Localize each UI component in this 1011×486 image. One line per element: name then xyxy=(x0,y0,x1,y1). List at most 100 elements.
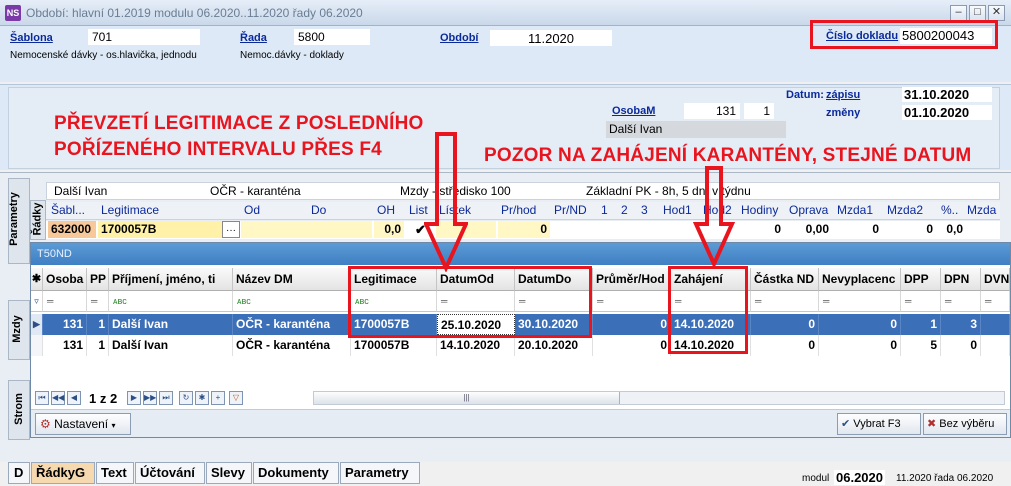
refresh-icon[interactable]: ↻ xyxy=(179,391,193,405)
add-icon[interactable]: + xyxy=(211,391,225,405)
horizontal-scrollbar[interactable]: ||| xyxy=(313,391,1005,405)
star-icon[interactable]: ✱ xyxy=(195,391,209,405)
r2-datumod[interactable]: 14.10.2020 xyxy=(437,335,515,356)
osoba-number[interactable]: 131 xyxy=(684,103,740,119)
vtab-radky[interactable]: Řádky xyxy=(30,200,46,240)
col-pp[interactable]: PP xyxy=(87,268,109,291)
col-castka[interactable]: Částka ND xyxy=(751,268,819,291)
filter-nazev-dm[interactable]: ᴀʙᴄ xyxy=(233,291,351,312)
col-osoba[interactable]: Osoba xyxy=(43,268,87,291)
tab-parametry[interactable]: Parametry xyxy=(340,462,420,484)
r1-osoba[interactable]: 131 xyxy=(43,314,87,335)
bg-col-3[interactable]: 3 xyxy=(638,202,658,219)
bg-col-mzda2[interactable]: Mzda2 xyxy=(884,202,936,219)
col-jmeno[interactable]: Příjmení, jméno, ti xyxy=(109,268,233,291)
bg-row-oprava[interactable]: 0,00 xyxy=(786,221,832,238)
bg-col-pct[interactable]: %.. xyxy=(938,202,964,219)
bg-col-sabl[interactable]: Šabl... xyxy=(48,202,96,219)
r1-nevyplaceno[interactable]: 0 xyxy=(819,314,901,335)
vtab-parametry[interactable]: Parametry xyxy=(8,178,30,264)
bg-col-od[interactable]: Od xyxy=(241,202,305,219)
filter-dpn[interactable]: ═ xyxy=(941,291,981,312)
bg-col-1[interactable]: 1 xyxy=(598,202,618,219)
close-button[interactable]: ✕ xyxy=(988,5,1005,21)
bg-row-pct[interactable]: 0,0 xyxy=(938,221,966,238)
last-page-icon[interactable]: ⏭ xyxy=(159,391,173,405)
filter-osoba[interactable]: ═ xyxy=(43,291,87,312)
r1-dm[interactable]: OČR - karanténa xyxy=(233,314,351,335)
col-dvn[interactable]: DVN xyxy=(981,268,1010,291)
bg-col-prnd[interactable]: Pr/ND xyxy=(551,202,597,219)
tab-dokumenty[interactable]: Dokumenty xyxy=(253,462,339,484)
tab-uctovani[interactable]: Účtování xyxy=(135,462,205,484)
filter-icon[interactable]: ▿ xyxy=(31,291,43,312)
funnel-icon[interactable]: ▽ xyxy=(229,391,243,405)
tab-d[interactable]: D xyxy=(8,462,30,484)
filter-jmeno[interactable]: ᴀʙᴄ xyxy=(109,291,233,312)
r2-castka[interactable]: 0 xyxy=(751,335,819,356)
minimize-button[interactable]: – xyxy=(950,5,967,21)
r2-osoba[interactable]: 131 xyxy=(43,335,87,356)
rada-field[interactable]: 5800 xyxy=(294,29,370,45)
filter-pp[interactable]: ═ xyxy=(87,291,109,312)
scrollbar-thumb[interactable]: ||| xyxy=(314,392,620,404)
r1-dpp[interactable]: 1 xyxy=(901,314,941,335)
bez-vyberu-button[interactable]: ✖ Bez výběru xyxy=(923,413,1007,435)
r2-nevyplaceno[interactable]: 0 xyxy=(819,335,901,356)
bg-row-oh[interactable]: 0,0 xyxy=(374,221,404,238)
prev-page-fast-icon[interactable]: ◀◀ xyxy=(51,391,65,405)
nastaveni-button[interactable]: ⚙ Nastavení ▾ xyxy=(35,413,131,435)
col-nazev-dm[interactable]: Název DM xyxy=(233,268,351,291)
filter-nevyplaceno[interactable]: ═ xyxy=(819,291,901,312)
vybrat-button[interactable]: ✔ Vybrat F3 xyxy=(837,413,921,435)
prev-page-icon[interactable]: ◀ xyxy=(67,391,81,405)
bg-col-mzda1[interactable]: Mzda1 xyxy=(834,202,882,219)
r1-castka[interactable]: 0 xyxy=(751,314,819,335)
bg-col-do[interactable]: Do xyxy=(308,202,372,219)
col-nevyplaceno[interactable]: Nevyplacenc xyxy=(819,268,901,291)
r1-pp[interactable]: 1 xyxy=(87,314,109,335)
bg-row-hodiny[interactable]: 0 xyxy=(738,221,784,238)
bg-col-prhod[interactable]: Pr/hod xyxy=(498,202,550,219)
filter-dpp[interactable]: ═ xyxy=(901,291,941,312)
bg-row-sabl[interactable]: 632000 xyxy=(48,221,96,238)
tab-radkyg[interactable]: ŘádkyG xyxy=(31,462,95,484)
r1-prumer[interactable]: 0 xyxy=(593,314,671,335)
vtab-mzdy[interactable]: Mzdy xyxy=(8,300,30,360)
r2-dpp[interactable]: 5 xyxy=(901,335,941,356)
bg-row-dates[interactable] xyxy=(241,221,372,238)
bg-col-hodiny[interactable]: Hodiny xyxy=(738,202,784,219)
r2-dpn[interactable]: 0 xyxy=(941,335,981,356)
cislo-dokladu-field[interactable]: 5800200043 xyxy=(900,28,992,44)
bg-col-legitimace[interactable]: Legitimace xyxy=(98,202,238,219)
bg-row-legit[interactable]: 1700057B xyxy=(98,221,222,238)
filter-prumer[interactable]: ═ xyxy=(593,291,671,312)
bg-col-oprava[interactable]: Oprava xyxy=(786,202,832,219)
bg-row-mzda2[interactable]: 0 xyxy=(884,221,936,238)
r2-legit[interactable]: 1700057B xyxy=(351,335,437,356)
next-page-icon[interactable]: ▶ xyxy=(127,391,141,405)
bg-row-lookup-button[interactable]: ··· xyxy=(222,221,240,238)
obdobi-field[interactable]: 11.2020 xyxy=(490,30,612,46)
r1-dvn[interactable] xyxy=(981,314,1010,335)
tab-text[interactable]: Text xyxy=(96,462,134,484)
tab-slevy[interactable]: Slevy xyxy=(206,462,252,484)
filter-dvn[interactable]: ═ xyxy=(981,291,1010,312)
r2-prumer[interactable]: 0 xyxy=(593,335,671,356)
grid-corner-icon[interactable]: ✱ xyxy=(31,268,43,291)
r2-dm[interactable]: OČR - karanténa xyxy=(233,335,351,356)
r2-jmeno[interactable]: Další Ivan xyxy=(109,335,233,356)
r2-dvn[interactable] xyxy=(981,335,1010,356)
bg-col-oh[interactable]: OH xyxy=(374,202,404,219)
col-prumer[interactable]: Průměr/Hod xyxy=(593,268,671,291)
next-page-fast-icon[interactable]: ▶▶ xyxy=(143,391,157,405)
bg-col-2[interactable]: 2 xyxy=(618,202,638,219)
maximize-button[interactable]: □ xyxy=(969,5,986,21)
bg-row-mzda1[interactable]: 0 xyxy=(834,221,882,238)
vtab-strom[interactable]: Strom xyxy=(8,380,30,440)
bg-row-prhod[interactable]: 0 xyxy=(498,221,550,238)
filter-castka[interactable]: ═ xyxy=(751,291,819,312)
bg-col-mzda[interactable]: Mzda xyxy=(964,202,1000,219)
r2-datumdo[interactable]: 20.10.2020 xyxy=(515,335,593,356)
col-dpn[interactable]: DPN xyxy=(941,268,981,291)
